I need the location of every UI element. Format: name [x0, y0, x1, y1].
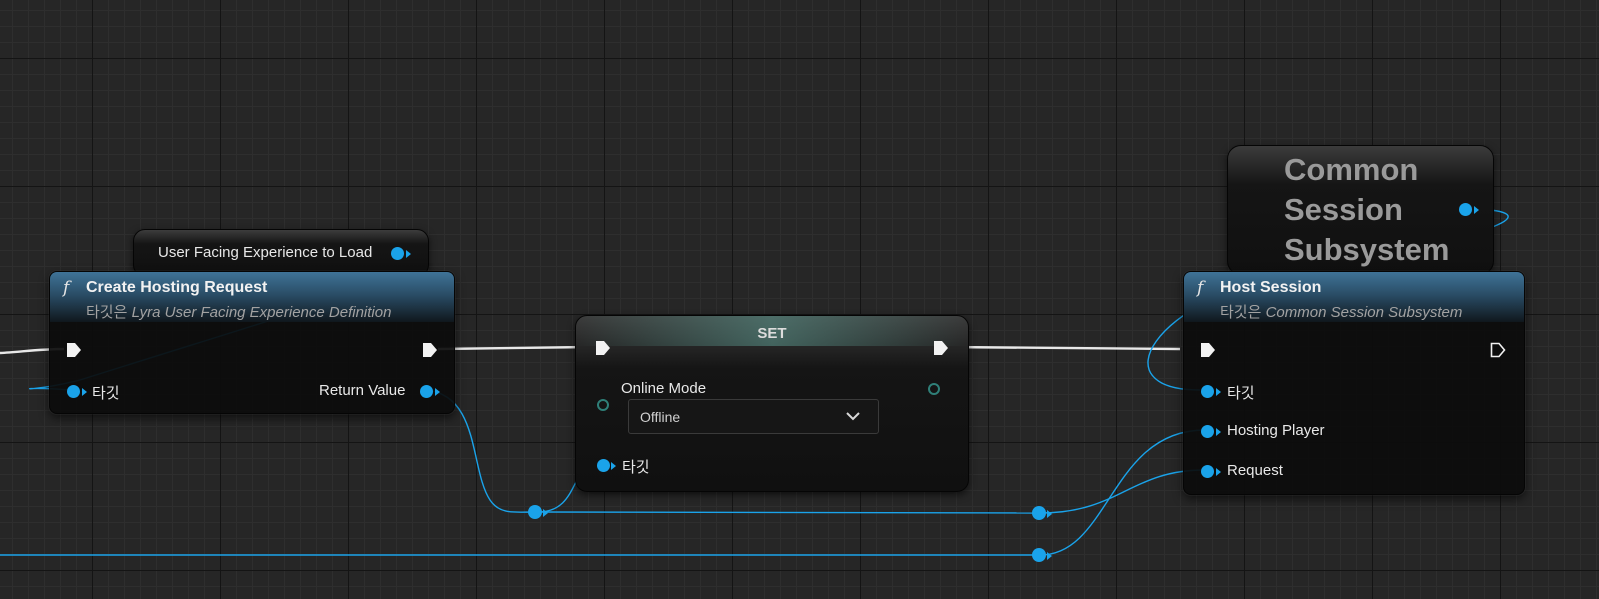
node-title: Create Hosting Request: [86, 279, 268, 296]
function-icon: f: [63, 278, 70, 298]
target-input-pin[interactable]: [67, 385, 80, 398]
pin-arrow-icon: [1474, 206, 1479, 214]
chevron-down-icon: [846, 412, 860, 421]
target-class: Lyra User Facing Experience Definition: [131, 304, 392, 321]
target-prefix: 타깃은: [86, 304, 128, 321]
hosting-player-label: Hosting Player: [1227, 422, 1325, 439]
target-pin-label: 타깃: [92, 385, 120, 402]
subsystem-title-line-3: Subsystem: [1284, 232, 1450, 267]
online-mode-output-pin[interactable]: [928, 383, 940, 395]
variable-node-common-session-subsystem[interactable]: Common Session Subsystem: [1227, 145, 1494, 275]
subsystem-title-line-1: Common: [1284, 152, 1419, 187]
pin-arrow-icon: [435, 388, 440, 396]
exec-output-pin-icon[interactable]: [933, 340, 949, 356]
exec-input-pin-icon[interactable]: [595, 340, 611, 356]
target-pin-label: 타깃: [1227, 385, 1255, 402]
request-label: Request: [1227, 462, 1283, 479]
pin-arrow-icon: [1216, 388, 1221, 396]
pin-arrow-icon: [1216, 468, 1221, 476]
set-target-pin[interactable]: [597, 459, 610, 472]
variable-label: User Facing Experience to Load: [158, 244, 373, 261]
output-pin-experience[interactable]: [391, 247, 404, 260]
node-title: Host Session: [1220, 279, 1322, 296]
wire-reroute2-to-request: [1039, 469, 1206, 514]
dropdown-value: Offline: [640, 409, 681, 425]
subsystem-title: Common Session Subsystem: [1284, 150, 1449, 270]
exec-wire-create-set: [437, 345, 591, 351]
wire-reroute-to-reroute2: [537, 511, 1039, 514]
hosting-player-pin[interactable]: [1201, 425, 1214, 438]
target-input-pin[interactable]: [1201, 385, 1214, 398]
target-class: Common Session Subsystem: [1265, 304, 1463, 321]
return-value-pin[interactable]: [420, 385, 433, 398]
exec-output-pin-icon[interactable]: [422, 342, 438, 358]
request-pin[interactable]: [1201, 465, 1214, 478]
reroute-node[interactable]: [1032, 548, 1046, 562]
set-node[interactable]: SET Online Mode Offline 타깃: [575, 315, 969, 492]
host-session-node[interactable]: f Host Session 타깃은 Common Session Subsys…: [1183, 271, 1525, 495]
return-value-label: Return Value: [319, 382, 406, 399]
pin-arrow-icon: [611, 462, 616, 470]
subsystem-title-line-2: Session: [1284, 192, 1403, 227]
create-hosting-request-node[interactable]: f Create Hosting Request 타깃은 Lyra User F…: [49, 271, 455, 414]
exec-output-pin-icon[interactable]: [1490, 342, 1506, 358]
reroute-node[interactable]: [528, 505, 542, 519]
pin-arrow-icon: [1047, 552, 1052, 560]
online-mode-input-pin[interactable]: [597, 399, 609, 411]
pin-arrow-icon: [82, 388, 87, 396]
online-mode-label: Online Mode: [621, 380, 707, 397]
output-pin-subsystem[interactable]: [1459, 203, 1472, 216]
online-mode-dropdown[interactable]: Offline: [628, 399, 879, 434]
node-subtitle: 타깃은 Common Session Subsystem: [1220, 301, 1462, 322]
node-subtitle: 타깃은 Lyra User Facing Experience Definiti…: [86, 301, 391, 322]
exec-input-pin-icon[interactable]: [66, 342, 82, 358]
pin-arrow-icon: [1047, 510, 1052, 518]
exec-input-pin-icon[interactable]: [1200, 342, 1216, 358]
set-title: SET: [757, 325, 787, 342]
reroute-node[interactable]: [1032, 506, 1046, 520]
function-icon: f: [1197, 278, 1204, 298]
variable-node-user-facing-experience[interactable]: User Facing Experience to Load: [133, 229, 429, 277]
set-target-label: 타깃: [622, 459, 650, 476]
pin-arrow-icon: [1216, 428, 1221, 436]
pin-arrow-icon: [543, 509, 548, 517]
target-prefix: 타깃은: [1220, 304, 1262, 321]
exec-wire-set-host: [944, 345, 1181, 351]
pin-arrow-icon: [406, 250, 411, 258]
